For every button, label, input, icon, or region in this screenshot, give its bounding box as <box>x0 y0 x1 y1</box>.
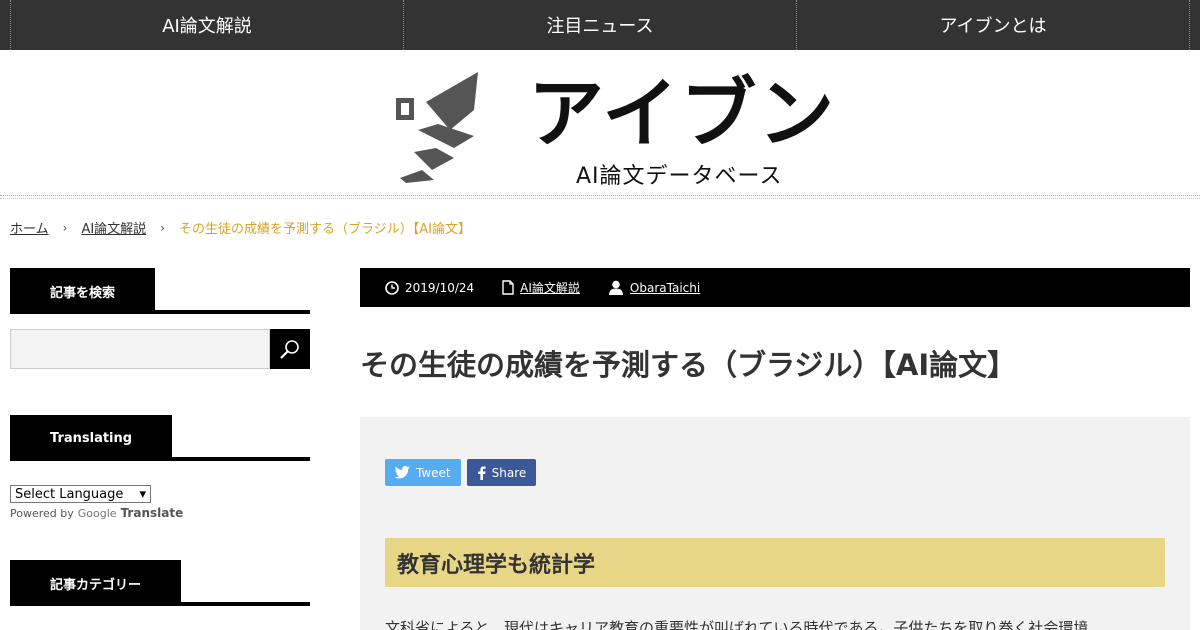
search-input[interactable] <box>10 329 270 369</box>
site-header: アイブン AI論文データベース <box>0 50 1200 196</box>
post-meta-bar: 2019/10/24 AI論文解説 ObaraTaichi <box>360 268 1190 307</box>
user-icon <box>608 280 623 295</box>
nav-item-news[interactable]: 注目ニュース <box>403 0 796 50</box>
category-widget: 記事カテゴリー › 業界 <box>10 560 310 630</box>
post-author-link[interactable]: ObaraTaichi <box>630 281 700 295</box>
sidebar: 記事を検索 Translating Select Language ▾ Powe… <box>10 268 310 630</box>
dropdown-arrow-icon: ▾ <box>139 486 146 502</box>
category-widget-title: 記事カテゴリー <box>10 560 182 606</box>
category-widget-header: 記事カテゴリー <box>10 560 310 606</box>
twitter-bird-icon <box>395 466 410 479</box>
nav-item-about[interactable]: アイブンとは <box>796 0 1190 50</box>
google-logo[interactable]: Google <box>78 507 117 520</box>
share-label: Share <box>491 465 527 480</box>
translate-widget-header: Translating <box>10 415 310 461</box>
header-divider <box>0 198 1200 199</box>
share-buttons: Tweet Share <box>385 459 537 486</box>
nav-item-ai-papers[interactable]: AI論文解説 <box>10 0 403 50</box>
bee-logo-icon[interactable] <box>392 72 482 184</box>
translate-link[interactable]: Translate <box>121 506 184 520</box>
search-widget-title: 記事を検索 <box>10 268 156 314</box>
chevron-right-icon: › <box>62 220 68 235</box>
search-button[interactable] <box>270 329 310 369</box>
post-category: AI論文解説 <box>502 279 580 296</box>
translate-widget-title: Translating <box>10 415 173 461</box>
tweet-label: Tweet <box>416 465 451 480</box>
facebook-icon <box>477 466 486 480</box>
breadcrumb: ホーム › AI論文解説 › その生徒の成績を予測する（ブラジル）【AI論文】 <box>10 218 471 238</box>
post-date-text: 2019/10/24 <box>405 280 475 295</box>
post-author: ObaraTaichi <box>608 280 700 295</box>
section-heading: 教育心理学も統計学 <box>385 538 1165 587</box>
powered-by-google: Powered by Google Translate <box>10 506 310 520</box>
post-content: Tweet Share 教育心理学も統計学 文科省によると、現代はキャリア教育の… <box>360 417 1190 630</box>
search-form <box>10 329 310 369</box>
post-category-link[interactable]: AI論文解説 <box>520 279 580 296</box>
breadcrumb-home[interactable]: ホーム <box>10 218 49 237</box>
site-title[interactable]: アイブン <box>528 68 836 160</box>
breadcrumb-category[interactable]: AI論文解説 <box>81 218 146 237</box>
powered-by-label: Powered by <box>10 506 74 520</box>
site-subtitle: AI論文データベース <box>576 164 783 189</box>
post-date: 2019/10/24 <box>385 281 474 295</box>
post-body-text: 文科省によると、現代はキャリア教育の重要性が叫ばれている時代である。子供たちを取… <box>385 619 1089 630</box>
breadcrumb-current: その生徒の成績を予測する（ブラジル）【AI論文】 <box>178 222 471 237</box>
document-icon <box>502 280 514 295</box>
clock-icon <box>385 280 399 295</box>
chevron-right-icon: › <box>160 220 165 235</box>
post-title: その生徒の成績を予測する（ブラジル）【AI論文】 <box>360 348 1017 382</box>
top-navigation: AI論文解説 注目ニュース アイブンとは <box>0 0 1200 50</box>
language-select-value: Select Language <box>15 486 124 502</box>
search-widget-header: 記事を検索 <box>10 268 310 314</box>
facebook-share-button[interactable]: Share <box>466 459 537 486</box>
tweet-button[interactable]: Tweet <box>385 459 461 486</box>
translate-widget: Translating Select Language ▾ Powered by… <box>10 415 310 520</box>
language-select[interactable]: Select Language ▾ <box>10 485 151 503</box>
search-icon <box>280 340 299 359</box>
